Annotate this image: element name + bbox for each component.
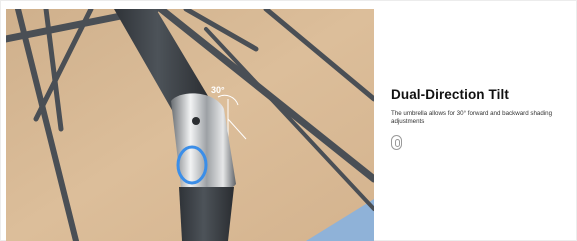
feature-card: 30° Dual-Direction Tilt The umbrella all… (0, 0, 577, 241)
switch-toggle-icon[interactable] (391, 135, 402, 150)
lower-pole (179, 187, 234, 241)
feature-title: Dual-Direction Tilt (391, 87, 509, 102)
feature-info: Dual-Direction Tilt The umbrella allows … (391, 87, 571, 150)
product-photo: 30° (6, 9, 374, 241)
angle-label: 30° (211, 85, 225, 95)
feature-description: The umbrella allows for 30° forward and … (391, 110, 553, 125)
